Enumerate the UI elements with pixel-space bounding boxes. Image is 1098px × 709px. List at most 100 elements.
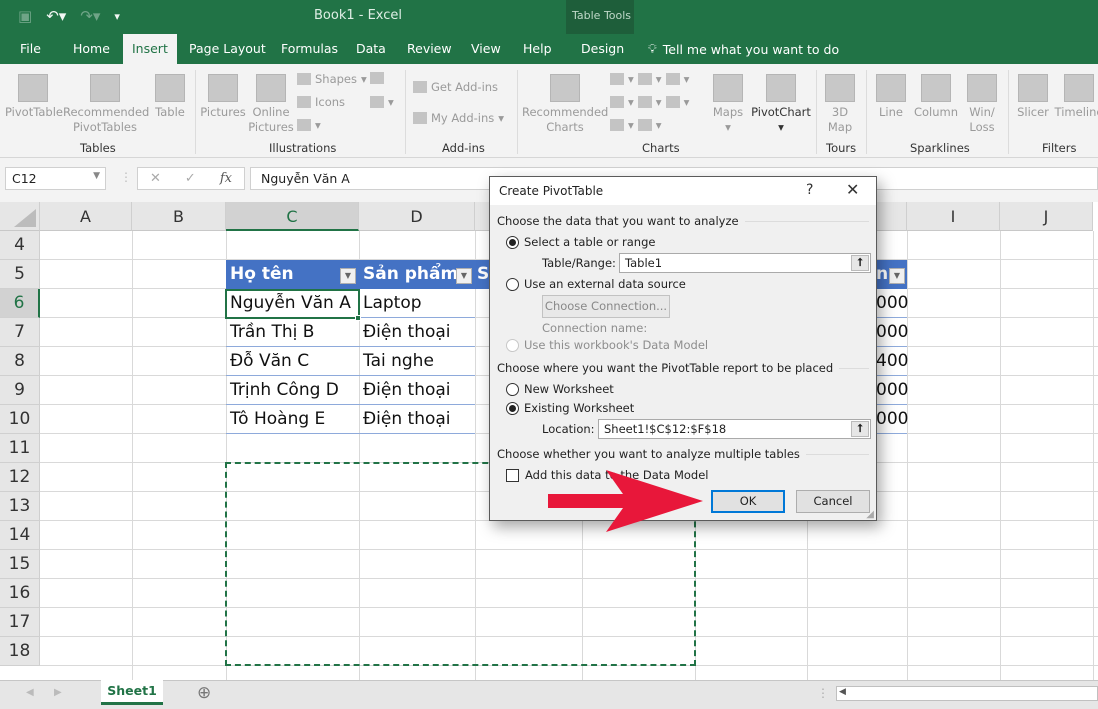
undo-icon[interactable]: ↶▾ — [46, 7, 66, 25]
select-all-button[interactable] — [0, 202, 40, 231]
add-sheet-icon[interactable]: ⊕ — [197, 683, 211, 703]
resize-grip-icon[interactable]: ◢ — [866, 509, 874, 520]
radio-existing-worksheet[interactable]: Existing Worksheet — [506, 401, 634, 415]
online-pictures-button[interactable]: Online Pictures — [248, 74, 294, 135]
recommended-charts-button[interactable]: Recommended Charts — [522, 74, 608, 135]
sparkline-column-button[interactable]: Column — [912, 74, 960, 120]
column-header-b[interactable]: B — [132, 202, 226, 231]
table-cell-product[interactable]: Điện thoại — [359, 376, 475, 405]
row-header-6[interactable]: 6 — [0, 289, 40, 318]
tab-help[interactable]: Help — [523, 41, 552, 56]
line-chart-button[interactable]: ▾ ▾ ▾ — [610, 95, 689, 109]
column-chart-button[interactable]: ▾ ▾ ▾ — [610, 72, 689, 86]
timeline-button[interactable]: Timeline — [1054, 74, 1098, 120]
column-header-a[interactable]: A — [40, 202, 132, 231]
cancel-button[interactable]: Cancel — [796, 490, 870, 513]
save-icon[interactable]: ▣ — [18, 7, 32, 25]
scroll-left-arrow-icon[interactable]: ◀ — [839, 687, 846, 697]
table-cell-name[interactable]: Đỗ Văn C — [226, 347, 359, 376]
customize-qat-icon[interactable]: ▾ — [114, 10, 120, 23]
filter-dropdown-icon[interactable]: ▼ — [889, 268, 905, 284]
row-header-14[interactable]: 14 — [0, 521, 40, 550]
tab-view[interactable]: View — [471, 41, 501, 56]
drag-handle-icon[interactable]: ⋮ — [120, 170, 132, 184]
tell-me-search[interactable]: 💡︎ Tell me what you want to do — [648, 41, 839, 57]
filter-dropdown-icon[interactable]: ▼ — [340, 268, 356, 284]
table-cell-product[interactable]: Laptop — [359, 289, 475, 318]
row-header-9[interactable]: 9 — [0, 376, 40, 405]
my-addins-button[interactable]: My Add-ins ▾ — [413, 111, 504, 125]
pie-chart-button[interactable]: ▾ ▾ — [610, 118, 662, 132]
close-icon[interactable]: ✕ — [846, 180, 859, 199]
slicer-button[interactable]: Slicer — [1014, 74, 1052, 120]
get-addins-button[interactable]: Get Add-ins — [413, 80, 498, 94]
radio-data-model[interactable]: Use this workbook's Data Model — [506, 338, 708, 352]
table-cell-amount-tail[interactable]: 400 — [876, 347, 908, 376]
table-cell-amount-tail[interactable]: 000 — [876, 318, 908, 347]
sparkline-line-button[interactable]: Line — [872, 74, 910, 120]
enter-icon[interactable]: ✓ — [185, 171, 196, 186]
3d-models-button[interactable]: ▾ — [297, 118, 321, 132]
row-header-12[interactable]: 12 — [0, 463, 40, 492]
pictures-button[interactable]: Pictures — [200, 74, 246, 120]
row-header-16[interactable]: 16 — [0, 579, 40, 608]
row-header-10[interactable]: 10 — [0, 405, 40, 434]
table-range-input[interactable]: Table1 ⭡ — [619, 253, 871, 273]
table-cell-amount-tail[interactable]: 000 — [876, 405, 908, 434]
table-button[interactable]: Table — [152, 74, 188, 120]
column-header-i[interactable]: I — [907, 202, 1000, 231]
column-header-j[interactable]: J — [1000, 202, 1093, 231]
horizontal-scrollbar[interactable]: ◀ — [836, 686, 1098, 701]
row-header-11[interactable]: 11 — [0, 434, 40, 463]
redo-icon[interactable]: ↷▾ — [80, 7, 100, 25]
choose-connection-button[interactable]: Choose Connection... — [542, 295, 670, 318]
table-cell-amount-tail[interactable]: 000 — [876, 289, 908, 318]
ok-button[interactable]: OK — [711, 490, 785, 513]
row-header-4[interactable]: 4 — [0, 231, 40, 260]
location-input[interactable]: Sheet1!$C$12:$F$18 ⭡ — [598, 419, 871, 439]
table-cell-name[interactable]: Trần Thị B — [226, 318, 359, 347]
table-cell-product[interactable]: Điện thoại — [359, 405, 475, 434]
table-cell-name[interactable]: Tô Hoàng E — [226, 405, 359, 434]
recommended-pivottables-button[interactable]: Recommended PivotTables — [63, 74, 149, 135]
column-header-c[interactable]: C — [226, 202, 359, 231]
tab-formulas[interactable]: Formulas — [281, 41, 338, 56]
table-cell-product[interactable]: Tai nghe — [359, 347, 475, 376]
sparkline-winloss-button[interactable]: Win/Loss — [962, 74, 1002, 135]
sheet-tab-sheet1[interactable]: Sheet1 — [101, 680, 163, 705]
help-icon[interactable]: ? — [806, 182, 813, 198]
shapes-button[interactable]: Shapes ▾ — [297, 72, 367, 86]
insert-function-icon[interactable]: fx — [220, 171, 232, 186]
tab-page-layout[interactable]: Page Layout — [189, 41, 266, 56]
row-header-8[interactable]: 8 — [0, 347, 40, 376]
smartart-button[interactable] — [370, 72, 384, 84]
tab-insert[interactable]: Insert — [123, 34, 177, 64]
chevron-down-icon[interactable]: ▼ — [93, 171, 100, 181]
cancel-icon[interactable]: ✕ — [150, 171, 161, 186]
split-handle-icon[interactable]: ⋮ — [817, 686, 829, 700]
scroll-right-icon[interactable]: ▶ — [54, 687, 62, 698]
maps-button[interactable]: Maps ▾ — [710, 74, 746, 135]
table-cell-amount-tail[interactable]: 000 — [876, 376, 908, 405]
collapse-dialog-icon[interactable]: ⭡ — [851, 421, 869, 437]
screenshot-button[interactable]: ▾ — [370, 95, 394, 109]
3d-map-button[interactable]: 3D Map — [820, 74, 860, 135]
dialog-titlebar[interactable]: Create PivotTable ? ✕ — [490, 177, 876, 205]
pivottable-button[interactable]: PivotTable — [5, 74, 63, 120]
fill-handle[interactable] — [355, 315, 361, 321]
radio-new-worksheet[interactable]: New Worksheet — [506, 382, 614, 396]
tab-file[interactable]: File — [20, 41, 41, 56]
row-header-17[interactable]: 17 — [0, 608, 40, 637]
radio-external-source[interactable]: Use an external data source — [506, 277, 686, 291]
collapse-dialog-icon[interactable]: ⭡ — [851, 255, 869, 271]
tab-home[interactable]: Home — [73, 41, 110, 56]
scroll-left-icon[interactable]: ◀ — [26, 687, 34, 698]
table-cell-name[interactable]: Trịnh Công D — [226, 376, 359, 405]
name-box[interactable]: C12 ▼ — [5, 167, 106, 190]
row-header-13[interactable]: 13 — [0, 492, 40, 521]
column-header-d[interactable]: D — [359, 202, 475, 231]
filter-dropdown-icon[interactable]: ▼ — [456, 268, 472, 284]
radio-select-range[interactable]: Select a table or range — [506, 235, 655, 249]
icons-button[interactable]: Icons — [297, 95, 345, 109]
row-header-7[interactable]: 7 — [0, 318, 40, 347]
